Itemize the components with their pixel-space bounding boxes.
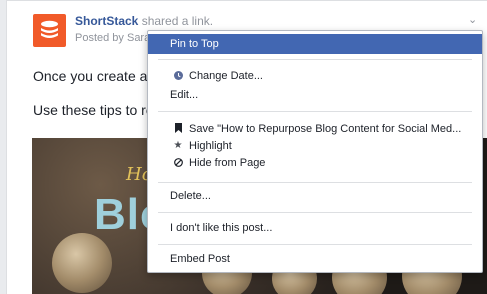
menu-separator [158,182,472,183]
menu-item-dislike[interactable]: I don't like this post... [148,218,482,238]
page-avatar[interactable] [33,14,66,47]
post-header: ShortStack shared a link. [75,14,213,28]
menu-separator [158,111,472,112]
menu-separator [158,212,472,213]
menu-item-hide-from-page[interactable]: Hide from Page [148,153,482,173]
hide-icon [172,153,184,173]
menu-item-pin-to-top[interactable]: Pin to Top [148,34,482,54]
post-action-text: shared a link. [141,14,214,28]
clock-icon [172,66,184,86]
menu-item-delete[interactable]: Delete... [148,186,482,206]
posted-by: Posted by Sara [75,32,151,44]
post-text-line-1: Once you create a bl [33,68,163,84]
stack-logo-icon [41,20,58,38]
menu-separator [158,59,472,60]
post-text-line-2: Use these tips to rep [33,102,162,118]
post-options-menu: Pin to Top Change Date... Edit... Save "… [147,30,483,273]
menu-item-embed-post[interactable]: Embed Post [148,249,482,269]
menu-separator [158,244,472,245]
page-name-link[interactable]: ShortStack [75,14,138,28]
chevron-down-icon[interactable]: ⌄ [468,13,477,26]
coin-shape [52,233,112,293]
menu-item-edit[interactable]: Edit... [148,85,482,105]
menu-item-change-date[interactable]: Change Date... [148,66,482,86]
